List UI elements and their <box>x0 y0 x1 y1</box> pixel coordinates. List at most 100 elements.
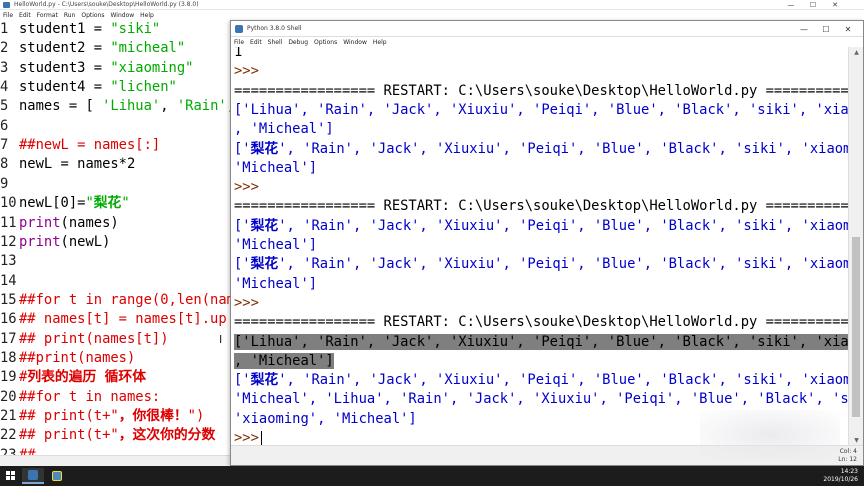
taskbar-python-shell-icon[interactable] <box>46 468 68 484</box>
code-line[interactable]: 9 <box>0 175 19 194</box>
code-line[interactable]: 6 <box>0 117 19 136</box>
shell-menu-file[interactable]: File <box>234 39 244 46</box>
output-token: ['Lihua', 'Rain', 'Jack', 'Xiuxiu', 'Pei… <box>234 333 848 350</box>
code-token: ## names[t] = names[t].up <box>19 311 227 328</box>
shell-titlebar[interactable]: Python 3.8.0 Shell — ☐ ✕ <box>231 21 863 37</box>
maximize-button[interactable]: ☐ <box>802 1 824 9</box>
shell-menu-options[interactable]: Options <box>314 39 337 46</box>
code-line[interactable]: 5names = [ 'Lihua', 'Rain', ' <box>0 97 240 116</box>
shell-output-line[interactable]: 'xiaoming', 'Micheal'] <box>234 410 417 429</box>
python-app-icon <box>3 2 10 8</box>
text-caret <box>260 431 262 445</box>
restart-banner[interactable]: ================= RESTART: C:\Users\souk… <box>234 82 848 101</box>
editor-menu-edit[interactable]: Edit <box>19 12 31 19</box>
code-line[interactable]: 20 ##for t in names: <box>0 388 160 407</box>
code-line[interactable]: 10 newL[0]="梨花" <box>0 194 130 213</box>
code-editor[interactable]: 1 student1 = "siki" 2 student2 = "micheal" 3… <box>0 20 240 464</box>
shell-output-line[interactable]: ['梨花', 'Rain', 'Jack', 'Xiuxiu', 'Peiqi'… <box>234 371 848 390</box>
code-line[interactable]: 8 newL = names*2 <box>0 155 135 174</box>
code-line[interactable]: 14 <box>0 272 19 291</box>
code-line[interactable]: 2 student2 = "micheal" <box>0 39 185 58</box>
shell-prompt[interactable]: >>> <box>234 62 259 81</box>
restart-banner[interactable]: ================= RESTART: C:\Users\souk… <box>234 197 848 216</box>
shell-output-line[interactable]: ['梨花', 'Rain', 'Jack', 'Xiuxiu', 'Peiqi'… <box>234 140 848 159</box>
restart-banner[interactable]: ================= RESTART: C:\Users\souk… <box>234 313 848 332</box>
shell-menu-edit[interactable]: Edit <box>250 39 262 46</box>
output-token: 'Micheal'] <box>234 275 318 292</box>
shell-menubar: File Edit Shell Debug Options Window Help <box>231 37 863 47</box>
shell-output-line[interactable]: 1 <box>234 47 242 62</box>
code-line[interactable]: 3 student3 = "xiaoming" <box>0 59 193 78</box>
output-token: 梨花 <box>250 372 279 389</box>
shell-menu-debug[interactable]: Debug <box>288 39 308 46</box>
shell-maximize-button[interactable]: ☐ <box>815 25 837 34</box>
line-number: 4 <box>0 79 9 96</box>
code-line[interactable]: 19 #列表的遍历 循环体 <box>0 368 146 387</box>
output-token: 梨花 <box>250 217 279 234</box>
editor-menu-format[interactable]: Format <box>37 12 58 19</box>
editor-menubar: File Edit Format Run Options Window Help <box>0 10 864 20</box>
shell-output-line[interactable]: 'Micheal'] <box>234 236 317 255</box>
shell-minimize-button[interactable]: — <box>793 25 815 34</box>
line-number: 2 <box>0 40 9 57</box>
code-line[interactable]: 12 print(newL) <box>0 233 110 252</box>
shell-output-line[interactable]: ['Lihua', 'Rain', 'Jack', 'Xiuxiu', 'Pei… <box>234 101 848 120</box>
editor-menu-options[interactable]: Options <box>81 12 104 19</box>
shell-output-line[interactable]: ['梨花', 'Rain', 'Jack', 'Xiuxiu', 'Peiqi'… <box>234 217 848 236</box>
code-token: names = [ <box>19 98 103 115</box>
windows-start-icon[interactable] <box>6 471 16 481</box>
code-token: (names) <box>60 214 119 231</box>
shell-close-button[interactable]: ✕ <box>837 25 859 34</box>
editor-menu-file[interactable]: File <box>3 12 13 19</box>
shell-output-line[interactable]: 'Micheal'] <box>234 275 317 294</box>
editor-title: HelloWorld.py - C:\Users\souke\Desktop\H… <box>14 1 199 8</box>
shell-menu-shell[interactable]: Shell <box>268 39 283 46</box>
shell-menu-help[interactable]: Help <box>373 39 387 46</box>
code-line[interactable]: 22 ## print(t+"，这次你的分数 <box>0 426 215 445</box>
code-line[interactable]: 7 ##newL = names[:] <box>0 136 160 155</box>
shell-output[interactable]: 1 >>> ================= RESTART: C:\Users\… <box>231 47 848 447</box>
editor-menu-window[interactable]: Window <box>111 12 135 19</box>
code-line[interactable]: 1 student1 = "siki" <box>0 20 160 39</box>
shell-output-line[interactable]: , 'Micheal'] <box>234 352 334 371</box>
code-line[interactable]: 18 ##print(names) <box>0 349 135 368</box>
output-token: ', 'Rain', 'Jack', 'Xiuxiu', 'Peiqi', 'B… <box>278 256 848 273</box>
code-line[interactable]: 4 student4 = "lichen" <box>0 78 177 97</box>
shell-menu-window[interactable]: Window <box>343 39 367 46</box>
windows-taskbar: 14:23 2019/10/26 <box>0 466 864 486</box>
code-token: ，你很棒！ <box>118 408 188 424</box>
code-line[interactable]: 15 ##for t in range(0,len(names <box>0 291 240 310</box>
editor-menu-help[interactable]: Help <box>140 12 154 19</box>
code-token: ##print(names) <box>19 349 136 366</box>
output-token: 'Micheal'] <box>234 159 318 176</box>
scroll-up-arrow-icon[interactable]: ▲ <box>849 47 864 59</box>
code-line[interactable]: 16 ## names[t] = names[t].up <box>0 310 227 329</box>
output-token: [' <box>234 217 251 234</box>
editor-window-controls: — ☐ ✕ <box>780 0 846 10</box>
shell-output-line[interactable]: 'Micheal', 'Lihua', 'Rain', 'Jack', 'Xiu… <box>234 390 848 409</box>
output-token: 'Micheal', 'Lihua', 'Rain', 'Jack', 'Xiu… <box>234 391 848 408</box>
close-button[interactable]: ✕ <box>824 1 846 9</box>
code-line[interactable]: 11 print(names) <box>0 214 119 233</box>
editor-titlebar[interactable]: HelloWorld.py - C:\Users\souke\Desktop\H… <box>0 0 864 10</box>
shell-output-line[interactable]: 'Micheal'] <box>234 159 317 178</box>
scrollbar-thumb[interactable] <box>852 237 860 417</box>
taskbar-python-editor-icon[interactable] <box>22 468 44 484</box>
code-line[interactable]: 17 ## print(names[t]) <box>0 330 169 349</box>
shell-output-line[interactable]: ['Lihua', 'Rain', 'Jack', 'Xiuxiu', 'Pei… <box>234 333 848 352</box>
output-token: >>> <box>234 294 259 311</box>
code-line[interactable]: 13 <box>0 252 19 271</box>
code-token: ## print(names[t]) <box>19 330 169 347</box>
minimize-button[interactable]: — <box>780 1 802 9</box>
output-token: 1 <box>234 47 243 60</box>
taskbar-clock[interactable]: 14:23 2019/10/26 <box>823 468 858 484</box>
shell-prompt[interactable]: >>> <box>234 294 259 313</box>
shell-output-line[interactable]: , 'Micheal'] <box>234 120 334 139</box>
code-line[interactable]: 21 ## print(t+"，你很棒！") <box>0 407 204 426</box>
code-token: student4 = <box>19 79 111 96</box>
shell-title: Python 3.8.0 Shell <box>247 25 302 32</box>
shell-output-line[interactable]: ['梨花', 'Rain', 'Jack', 'Xiuxiu', 'Peiqi'… <box>234 255 848 274</box>
editor-menu-run[interactable]: Run <box>64 12 76 19</box>
shell-prompt[interactable]: >>> <box>234 178 259 197</box>
shell-scrollbar[interactable]: ▲ ▼ <box>848 47 863 447</box>
